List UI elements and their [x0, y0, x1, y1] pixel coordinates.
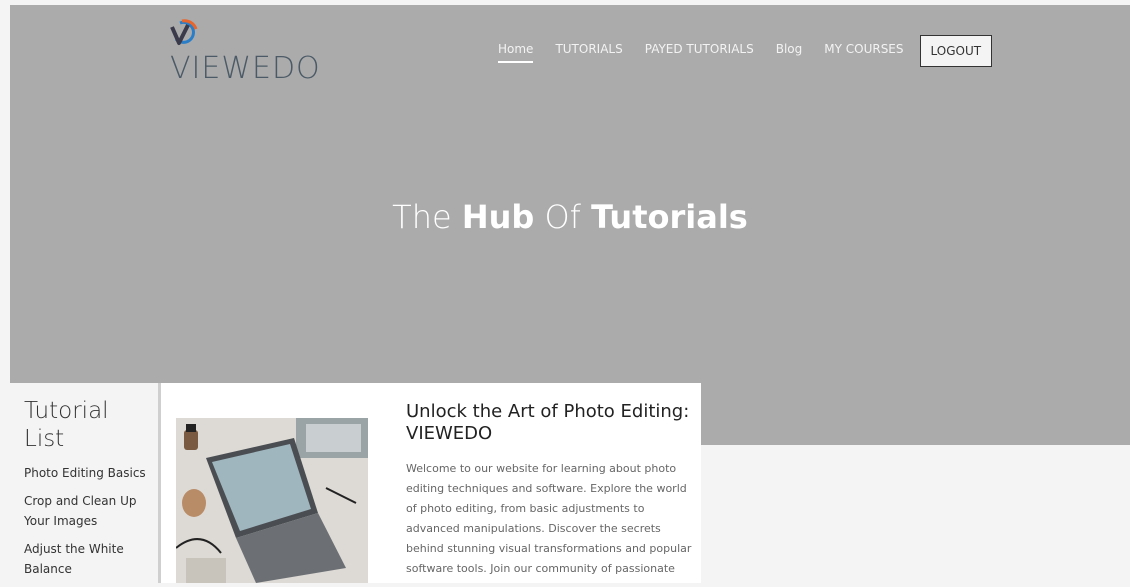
nav-home[interactable]: Home: [488, 42, 545, 63]
tutorial-link[interactable]: Crop and Clean Up Your Images: [24, 491, 150, 531]
intro-text: Welcome to our website for learning abou…: [406, 462, 692, 575]
nav-payed-tutorials[interactable]: PAYED TUTORIALS: [635, 42, 766, 60]
laptop-photo: [176, 418, 368, 583]
brand-name: VIEWEDO: [170, 51, 321, 86]
tutorial-link[interactable]: Photo Editing Basics: [24, 463, 150, 483]
hero-banner: VIEWEDO Home TUTORIALS PAYED TUTORIALS B…: [10, 5, 1130, 445]
tutorial-list: Photo Editing Basics Crop and Clean Up Y…: [24, 463, 150, 587]
nav-tutorials[interactable]: TUTORIALS: [545, 42, 634, 60]
intro-title: Unlock the Art of Photo Editing: VIEWEDO: [406, 401, 690, 444]
main-nav: Home TUTORIALS PAYED TUTORIALS Blog MY C…: [488, 35, 993, 67]
laptop-desk-image: [176, 418, 368, 583]
nav-blog[interactable]: Blog: [766, 42, 815, 60]
intro-card: Unlock the Art of Photo Editing: VIEWEDO…: [161, 383, 701, 583]
hero-title: The Hub Of Tutorials: [392, 198, 748, 236]
tutorial-link[interactable]: Adjust the White Balance: [24, 539, 150, 579]
viewedo-logo-icon: [170, 19, 198, 45]
tutorial-list-heading: Tutorial List: [24, 398, 109, 452]
nav-my-courses[interactable]: MY COURSES: [814, 42, 915, 60]
tutorial-list-sidebar: Tutorial List Photo Editing Basics Crop …: [10, 383, 162, 583]
logout-button[interactable]: LOGOUT: [919, 35, 993, 67]
